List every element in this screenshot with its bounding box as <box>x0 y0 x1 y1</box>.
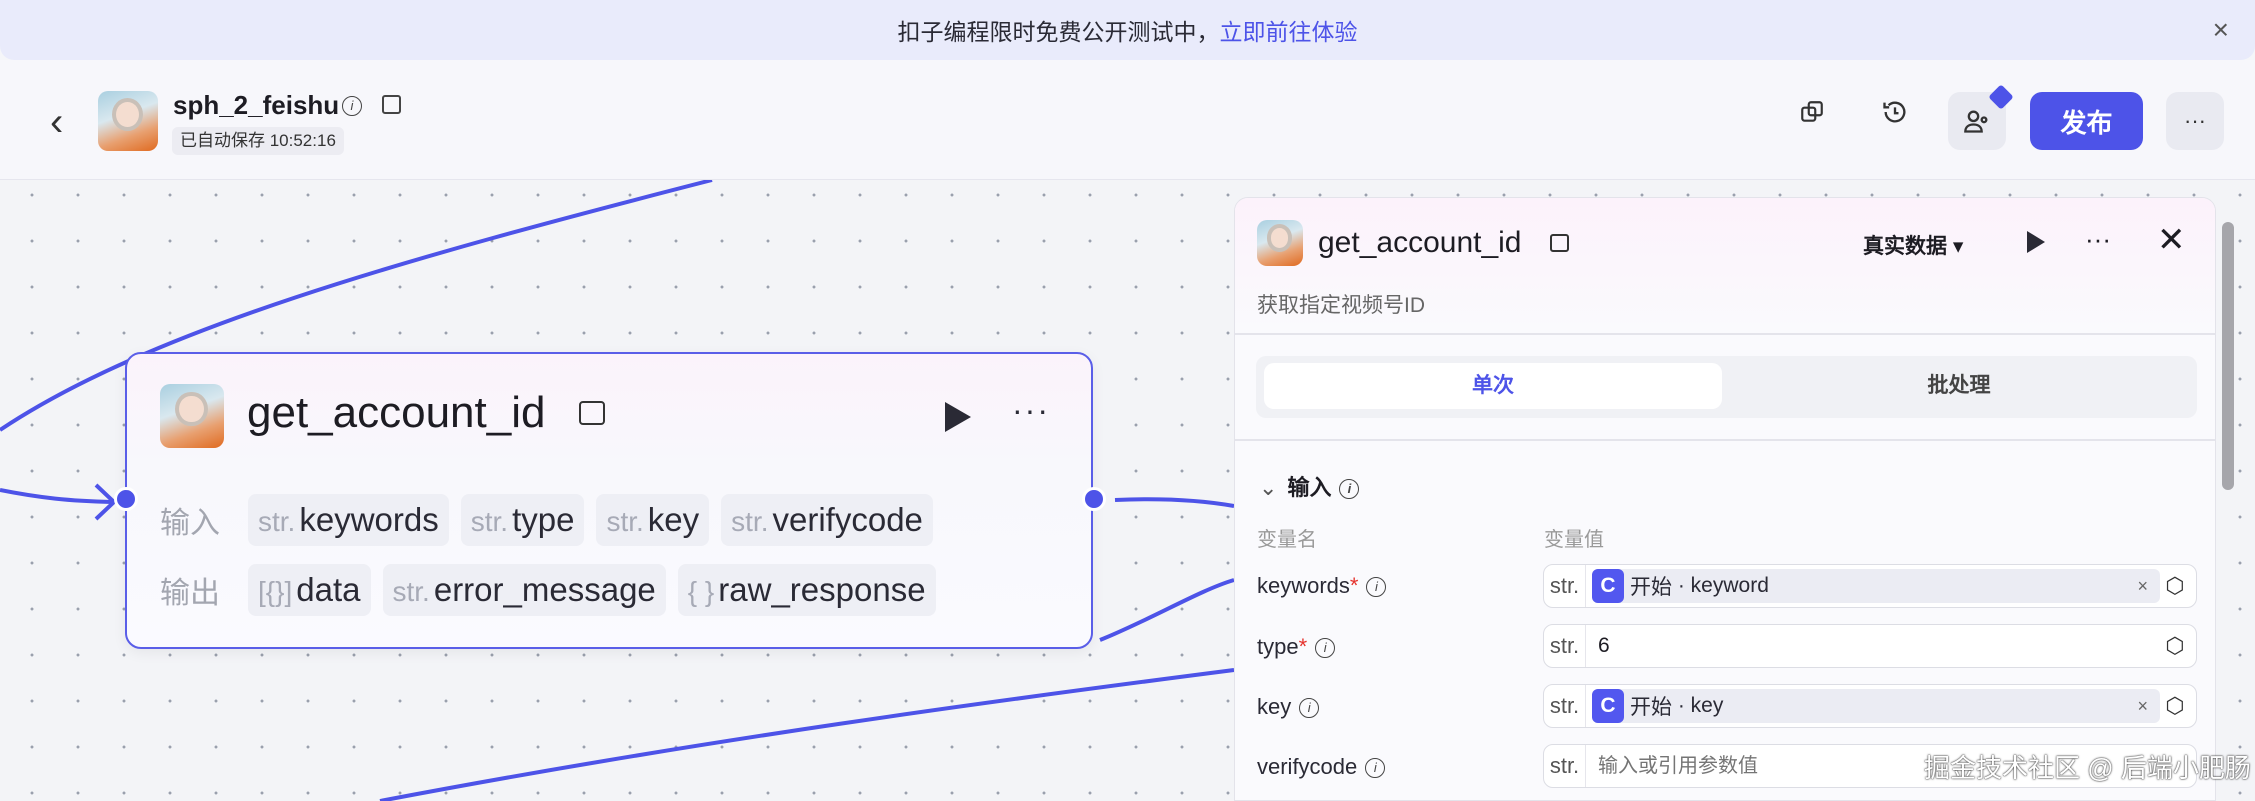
autosave-status: 已自动保存 10:52:16 <box>172 127 344 155</box>
plugin-icon <box>579 401 605 425</box>
app-avatar <box>98 91 158 151</box>
node-outputs: 输出 [{}] data str. error_message { } raw_res… <box>160 564 948 616</box>
reference-picker-icon[interactable]: ⬡ <box>2160 693 2190 719</box>
panel-scrollbar[interactable] <box>2222 222 2234 490</box>
app-title: sph_2_feishu <box>173 90 340 120</box>
inputs-label: 输入 <box>160 507 220 540</box>
node-title: get_account_id <box>247 388 546 437</box>
badge-icon <box>1988 84 2014 110</box>
clear-icon[interactable]: × <box>2137 696 2148 717</box>
announcement-banner: 扣子编程限时免费公开测试中， 立即前往体验 <box>0 0 2255 60</box>
duplicate-icon[interactable] <box>1792 92 1832 132</box>
var-label-type: type* i <box>1257 634 1336 660</box>
panel-description: 获取指定视频号ID <box>1257 294 1425 317</box>
type-value[interactable]: 6 <box>1586 634 2160 658</box>
node-inputs: 输入 str. keywords str. type str. key str. ver… <box>160 494 945 546</box>
collaborators-button[interactable] <box>1948 84 2014 150</box>
edge <box>0 488 113 504</box>
banner-link[interactable]: 立即前往体验 <box>1220 13 1358 47</box>
node-config-panel: get_account_id 真实数据 ▾ ··· ✕ 获取指定视频号ID 单次… <box>1234 197 2216 801</box>
outputs-label: 输出 <box>160 577 220 610</box>
node-avatar <box>160 384 224 448</box>
more-button[interactable]: ··· <box>2166 92 2224 150</box>
edge <box>1099 578 1235 642</box>
output-chip: [{}] data <box>248 564 371 616</box>
panel-more-icon[interactable]: ··· <box>2085 224 2111 255</box>
reference-picker-icon[interactable]: ⬡ <box>2160 633 2190 659</box>
info-icon[interactable]: i <box>342 96 362 116</box>
chevron-down-icon: ⌄ <box>1259 475 1278 500</box>
variable-reference: C 开始 · keyword × <box>1592 569 2160 603</box>
key-field[interactable]: str. C 开始 · key × ⬡ <box>1543 684 2197 728</box>
input-port[interactable] <box>114 487 138 511</box>
banner-text: 扣子编程限时免费公开测试中， <box>897 19 1220 45</box>
header: ‹ sph_2_feishu i 已自动保存 10:52:16 发布 ··· <box>0 60 2255 180</box>
edge <box>379 668 1235 801</box>
edge <box>1114 497 1235 508</box>
start-node-icon: C <box>1592 569 1624 603</box>
input-section-toggle[interactable]: ⌄ 输入 i <box>1259 470 1360 502</box>
publish-button[interactable]: 发布 <box>2030 92 2143 150</box>
input-chip: str. key <box>596 494 710 546</box>
variable-reference: C 开始 · key × <box>1592 689 2160 723</box>
info-icon: i <box>1365 758 1386 779</box>
watermark: 掘金技术社区 @ 后端小肥肠 <box>1924 753 2251 783</box>
clear-icon[interactable]: × <box>2137 576 2148 597</box>
info-icon: i <box>1299 698 1320 719</box>
input-chip: str. type <box>460 494 585 546</box>
tab-batch[interactable]: 批处理 <box>1730 363 2188 409</box>
input-chip: str. verifycode <box>721 494 933 546</box>
panel-avatar <box>1257 220 1303 266</box>
var-label-verifycode: verifycode i <box>1257 754 1386 780</box>
output-chip: { } raw_response <box>677 564 936 616</box>
run-icon[interactable] <box>2027 231 2045 253</box>
edit-icon[interactable] <box>382 95 401 114</box>
var-label-keywords: keywords* i <box>1257 573 1387 599</box>
data-mode-select[interactable]: 真实数据 ▾ <box>1863 230 1963 260</box>
workflow-node[interactable]: get_account_id ··· 输入 str. keywords str. t… <box>114 352 1106 649</box>
node-more-icon[interactable]: ··· <box>1012 392 1050 429</box>
banner-close-icon[interactable]: × <box>2213 14 2229 46</box>
col-value-header: 变量值 <box>1544 529 1604 551</box>
mode-tabs: 单次 批处理 <box>1256 356 2197 418</box>
plugin-icon <box>1550 234 1569 252</box>
reference-picker-icon[interactable]: ⬡ <box>2160 573 2190 599</box>
tab-single[interactable]: 单次 <box>1264 363 1722 409</box>
input-chip: str. keywords <box>248 494 449 546</box>
keywords-field[interactable]: str. C 开始 · keyword × ⬡ <box>1543 564 2197 608</box>
output-chip: str. error_message <box>382 564 666 616</box>
back-button[interactable]: ‹ <box>50 100 63 145</box>
close-icon[interactable]: ✕ <box>2157 220 2186 260</box>
var-label-key: key i <box>1257 694 1320 720</box>
info-icon: i <box>1315 638 1336 659</box>
run-icon[interactable] <box>945 402 971 432</box>
col-name-header: 变量名 <box>1257 529 1317 551</box>
output-port[interactable] <box>1082 487 1106 511</box>
panel-title: get_account_id <box>1318 226 1522 259</box>
info-icon: i <box>1366 577 1387 598</box>
start-node-icon: C <box>1592 689 1624 723</box>
info-icon: i <box>1339 479 1360 500</box>
type-field[interactable]: str. 6 ⬡ <box>1543 624 2197 668</box>
history-icon[interactable] <box>1875 92 1915 132</box>
caret-down-icon: ▾ <box>1952 235 1964 258</box>
